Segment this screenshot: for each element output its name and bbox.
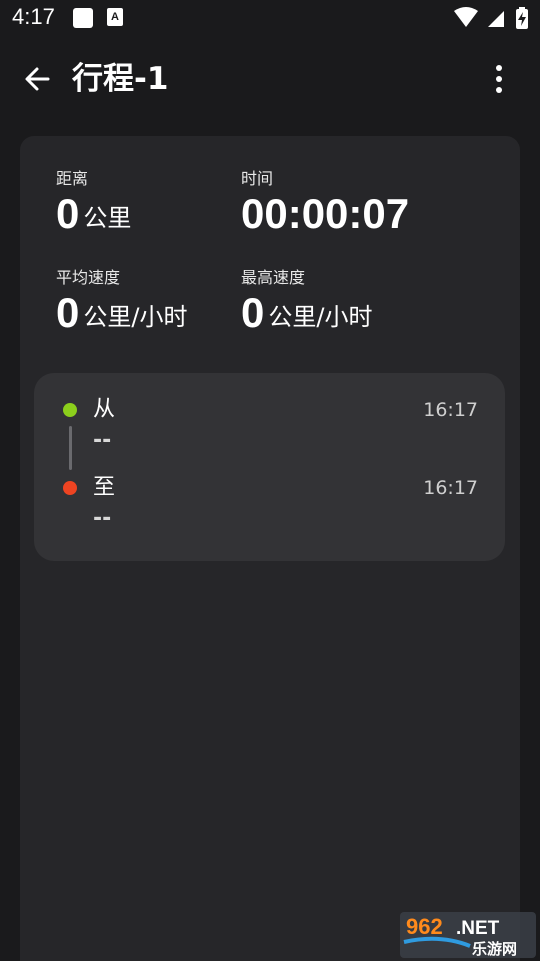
distance-value: 0 — [56, 190, 80, 237]
from-time: 16:17 — [423, 399, 478, 421]
start-point-icon — [63, 403, 77, 417]
screen: 4:17 A 行程-1 距离 0 公里 时间 00:00:07 平均速度 0 公… — [0, 0, 540, 961]
arrow-back-icon — [25, 67, 50, 91]
avg-speed-value: 0 — [56, 289, 80, 336]
more-options-button[interactable] — [480, 60, 518, 98]
route-connector — [69, 426, 72, 470]
to-place: -- — [93, 506, 112, 531]
avg-speed-label: 平均速度 — [56, 268, 121, 287]
svg-text:.NET: .NET — [456, 918, 500, 939]
max-speed-stat: 最高速度 0 公里/小时 — [241, 268, 372, 345]
duration-value: 00:00:07 — [241, 190, 410, 237]
from-place: -- — [93, 428, 112, 453]
route-card[interactable]: 从 -- 16:17 至 -- 16:17 — [34, 373, 505, 561]
distance-label: 距离 — [56, 169, 89, 188]
distance-unit: 公里 — [83, 204, 132, 232]
max-speed-value: 0 — [241, 289, 265, 336]
max-speed-label: 最高速度 — [241, 268, 306, 287]
trip-summary-card: 距离 0 公里 时间 00:00:07 平均速度 0 公里/小时 最高速度 0 公里/… — [20, 136, 520, 961]
distance-stat: 距离 0 公里 — [56, 169, 131, 246]
status-icons — [452, 5, 532, 31]
a-notification-icon: A — [107, 8, 123, 26]
duration-label: 时间 — [241, 169, 274, 188]
to-time: 16:17 — [423, 477, 478, 499]
page-title: 行程-1 — [72, 61, 169, 97]
from-label: 从 — [93, 397, 116, 422]
avg-speed-unit: 公里/小时 — [83, 303, 188, 331]
status-bar: 4:17 A — [0, 0, 540, 36]
wifi-icon — [454, 7, 478, 27]
svg-text:962: 962 — [406, 914, 443, 939]
status-time: 4:17 — [12, 4, 55, 29]
end-point-icon — [63, 481, 77, 495]
app-bar: 行程-1 — [0, 48, 540, 110]
duration-stat: 时间 00:00:07 — [241, 169, 409, 246]
back-button[interactable] — [18, 58, 60, 100]
svg-text:乐游网: 乐游网 — [472, 940, 517, 958]
square-notification-icon — [73, 8, 93, 28]
max-speed-unit: 公里/小时 — [268, 303, 373, 331]
avg-speed-stat: 平均速度 0 公里/小时 — [56, 268, 187, 345]
watermark-logo: 962 .NET 乐游网 — [400, 912, 536, 958]
signal-icon — [488, 11, 504, 27]
to-label: 至 — [93, 475, 116, 500]
battery-charging-icon — [516, 7, 528, 29]
more-vert-icon — [496, 65, 502, 93]
